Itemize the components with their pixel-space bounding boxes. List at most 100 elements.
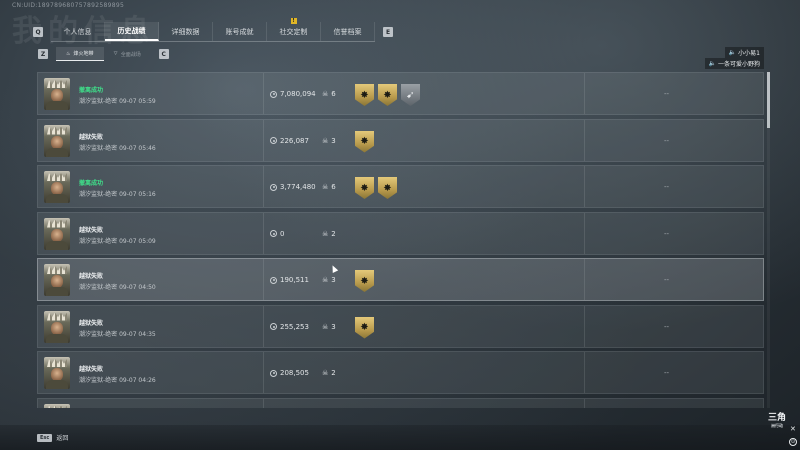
tab-4[interactable]: 账号成就 (213, 22, 267, 41)
match-row[interactable]: 越狱失败 潮汐监狱-绝密 09-07 05:46 226,087 ☠ 3 ✸ -- (37, 118, 764, 162)
operator-avatar (44, 403, 70, 408)
match-row[interactable]: 撤离成功 潮汐监狱-绝密 09-07 05:16 3,774,480 ☠ 6 ✸ ✸ -- (37, 165, 764, 208)
match-time: 09-07 04:50 (119, 284, 156, 291)
prev-tab-key[interactable]: Q (33, 27, 43, 37)
kill-stat: ☠ 2 (322, 230, 336, 238)
kill-count: 2 (331, 369, 336, 377)
tab-label: 个人信息 (63, 27, 92, 36)
value-stat: 3,774,480 (270, 183, 316, 191)
gold-medal-icon[interactable]: ✸ (355, 177, 374, 199)
avatar-crown (47, 219, 67, 228)
kill-count: 3 (331, 276, 336, 284)
avatar-body (46, 287, 68, 296)
player-id: CN:UID:189789680757892589895 (12, 2, 125, 9)
subtab-1[interactable]: ♨ 烽火地带 (56, 47, 104, 61)
gold-medal-icon[interactable]: ✸ (355, 316, 374, 339)
column-divider (584, 166, 585, 207)
kill-count: 2 (331, 229, 336, 238)
avatar-crown (47, 80, 67, 88)
value-stat: 208,505 (270, 369, 309, 377)
coin-icon (270, 90, 277, 98)
column-divider (584, 73, 585, 114)
logo-sub-text: 洲行动 (771, 423, 783, 428)
subtab-label: 全面战场 (120, 51, 141, 58)
value-stat: 190,511 (270, 276, 309, 284)
speaker-icon: 🔈 (728, 49, 737, 56)
value-amount: 0 (280, 229, 285, 238)
avatar-body (46, 194, 68, 203)
value-stat: 7,080,094 (270, 90, 316, 98)
column-divider (263, 398, 264, 408)
extra-info: -- (664, 276, 670, 284)
map-and-time: 潮汐监狱-绝密 09-07 04:35 (79, 329, 156, 338)
medal-list: ✸ ✸ (355, 177, 397, 199)
settings-icon[interactable]: ⊙ (789, 438, 797, 446)
tab-label: 详细数据 (171, 27, 200, 36)
tab-5[interactable]: 社交定制! (267, 18, 321, 41)
match-row[interactable]: 越狱失败潮汐监狱-绝密 09-07 04:35 255,253 ☠ 3 ✸ -- (37, 304, 764, 348)
gold-medal-icon[interactable]: ✸ (355, 130, 374, 153)
tab-3[interactable]: 详细数据 (159, 22, 213, 41)
tab-label: 社交定制 (279, 27, 308, 36)
gold-medal-icon[interactable]: ✸ (378, 84, 397, 106)
medal-list: ✸ (355, 270, 374, 292)
main-tabbar: Q 个人信息 历史战绩 详细数据 账号成就 社交定制! 信誉档案 E (33, 18, 399, 42)
kill-stat: ☠ 6 (322, 183, 336, 191)
kill-count: 3 (331, 136, 336, 145)
tab-label: 历史战绩 (117, 26, 146, 35)
extra-info: -- (664, 90, 670, 98)
map-and-time: 潮汐监狱-绝密 09-07 05:59 (79, 96, 156, 105)
extra-info: -- (664, 322, 670, 331)
medal-list: ✸ ✸ ➹ (355, 84, 420, 106)
map-and-time: 潮汐监狱-绝密 09-07 04:50 (79, 282, 156, 291)
match-row[interactable]: 撤离成功 ✸✸➹ (37, 397, 764, 408)
match-row[interactable]: 撤离成功 潮汐监狱-绝密 09-07 05:59 7,080,094 ☠ 6 ✸ ✸ ➹ -- (37, 72, 764, 115)
operator-avatar (44, 171, 70, 203)
logo-main-text: 三角 (767, 413, 786, 423)
tab-1[interactable]: 个人信息 (51, 22, 105, 41)
battlefield-icon: ⛛ (113, 51, 118, 57)
tab-6[interactable]: 信誉档案 (321, 22, 375, 41)
column-divider (584, 305, 585, 347)
subtab-bar: Z ♨ 烽火地带 ⛛ 全面战场 C (38, 47, 169, 61)
column-divider (584, 259, 585, 300)
column-divider (584, 212, 585, 254)
subtab-2[interactable]: ⛛ 全面战场 (104, 47, 151, 61)
map-name: 潮汐监狱-绝密 (79, 237, 118, 245)
column-divider (263, 259, 264, 300)
next-subtab-key[interactable]: C (158, 49, 169, 59)
match-result: 越狱失败 (79, 226, 104, 234)
prev-subtab-key[interactable]: Z (38, 49, 48, 59)
match-row[interactable]: 越狱失败 潮汐监狱-绝密 09-07 05:09 0 ☠ 2 -- (37, 211, 764, 255)
extra-info: -- (664, 229, 670, 238)
kill-stat: ☠ 3 (322, 323, 336, 331)
scrollbar-thumb[interactable] (767, 72, 770, 128)
coin-icon (270, 183, 277, 191)
gold-medal-icon[interactable]: ✸ (355, 84, 374, 106)
voice-user-name: 一条可爱小野狗 (717, 61, 760, 68)
silver-medal-icon[interactable]: ➹ (401, 84, 420, 106)
kill-count: 6 (331, 90, 336, 98)
extra-info: -- (664, 136, 670, 145)
operator-avatar (44, 264, 70, 296)
tab-list: 个人信息 历史战绩 详细数据 账号成就 社交定制! 信誉档案 (51, 18, 375, 42)
bottom-bar (0, 425, 800, 450)
kill-stat: ☠ 3 (322, 137, 336, 145)
value-amount: 7,080,094 (280, 90, 316, 98)
match-result: 越狱失败 (79, 273, 104, 280)
gold-medal-icon[interactable]: ✸ (378, 177, 397, 199)
avatar-crown (47, 266, 67, 274)
extra-info: -- (664, 369, 670, 377)
flame-icon: ♨ (66, 50, 71, 57)
gold-medal-icon[interactable]: ✸ (355, 270, 374, 292)
map-name: 潮汐监狱-绝密 (79, 284, 118, 291)
next-tab-key[interactable]: E (383, 27, 393, 37)
match-row[interactable]: 越狱失败 潮汐监狱-绝密 09-07 04:26 208,505 ☠ 2 -- (37, 351, 764, 394)
back-button[interactable]: Esc 返回 (37, 433, 68, 442)
value-stat: 0 (270, 230, 284, 238)
tab-2[interactable]: 历史战绩 (105, 22, 159, 41)
close-icon[interactable]: ✕ (790, 425, 796, 433)
value-amount: 255,253 (280, 322, 309, 331)
match-row[interactable]: 越狱失败 潮汐监狱-绝密 09-07 04:50 190,511 ☠ 3 ✸ -- (37, 258, 764, 301)
match-result: 越狱失败 (79, 319, 104, 327)
